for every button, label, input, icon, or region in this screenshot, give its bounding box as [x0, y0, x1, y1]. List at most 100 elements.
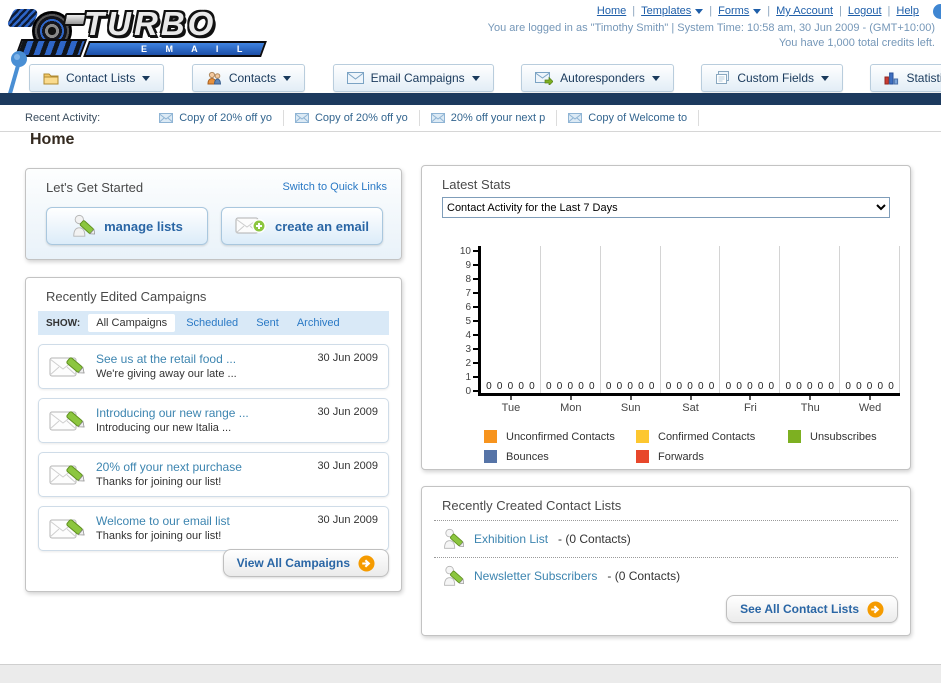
arrow-right-circle-icon [358, 554, 375, 572]
contact-list-link[interactable]: Newsletter Subscribers [474, 569, 597, 583]
chart-value-label: 0 [567, 381, 574, 392]
campaign-row-text: See us at the retail food ... We're givi… [96, 352, 317, 382]
campaign-title-link[interactable]: See us at the retail food ... [96, 352, 317, 367]
campaign-row-text: 20% off your next purchase Thanks for jo… [96, 460, 317, 490]
envelope-icon [346, 72, 364, 84]
chart-x-label: Thu [780, 396, 840, 414]
tab-email-campaigns[interactable]: Email Campaigns [332, 64, 494, 92]
campaign-title-link[interactable]: Introducing our new range ... [96, 406, 317, 421]
envelope-pencil-icon [49, 465, 85, 485]
campaign-row[interactable]: See us at the retail food ... We're givi… [38, 344, 389, 389]
nav-separator: | [709, 5, 713, 17]
person-pencil-icon [444, 528, 464, 549]
get-started-panel: Let's Get Started Switch to Quick Links … [25, 168, 402, 260]
tab-contact-lists[interactable]: Contact Lists [29, 64, 165, 92]
tab-label: Email Campaigns [370, 71, 465, 85]
chart-value-label: 0 [665, 381, 672, 392]
contacts-icon [207, 71, 221, 85]
chart-value-label: 0 [866, 381, 873, 392]
campaign-row-text: Introducing our new range ... Introducin… [96, 406, 317, 436]
recent-activity-item[interactable]: Copy of Welcome to [557, 110, 700, 126]
campaign-subtitle: Thanks for joining our list! [96, 529, 222, 542]
contact-list-item[interactable]: Newsletter Subscribers - (0 Contacts) [434, 557, 898, 594]
recent-activity-item[interactable]: Copy of 20% off yo [284, 110, 420, 126]
recent-activity-item[interactable]: 20% off your next p [420, 110, 558, 126]
top-nav-home[interactable]: Home [597, 5, 626, 17]
header: TURBO E M A I L Home | Templates | Forms | My … [0, 0, 941, 119]
envelope-pencil-icon [49, 357, 85, 377]
legend-item: Bounces [484, 450, 636, 463]
tab-statistics[interactable]: Statistics [870, 64, 941, 92]
chart-legend: Unconfirmed Contacts Confirmed Contacts Un… [484, 430, 900, 463]
legend-item: Forwards [636, 450, 788, 463]
chart-value-label: 0 [856, 381, 862, 392]
chart-value-label: 0 [888, 381, 894, 392]
chart-y-tick: 0 [450, 386, 478, 397]
view-all-campaigns-button[interactable]: View All Campaigns [222, 549, 389, 577]
create-email-button[interactable]: create an email [221, 207, 383, 245]
recent-activity-item-label: 20% off your next p [450, 112, 546, 124]
stats-activity-select[interactable]: Contact Activity for the Last 7 Days [442, 197, 890, 218]
tab-custom-fields[interactable]: Custom Fields [701, 64, 844, 92]
campaign-title-link[interactable]: 20% off your next purchase [96, 460, 317, 475]
switch-to-quick-links[interactable]: Switch to Quick Links [282, 181, 387, 193]
campaign-filter[interactable]: Archived [297, 317, 340, 329]
campaign-filter-bar: SHOW: All Campaigns Scheduled Sent Archi… [38, 311, 389, 335]
top-nav-my-account[interactable]: My Account [776, 5, 833, 17]
tab-autoresponders[interactable]: Autoresponders [521, 64, 674, 92]
chart-day-column: 00000 [661, 246, 721, 393]
top-nav-logout[interactable]: Logout [848, 5, 882, 17]
chart-y-tick: 3 [450, 344, 478, 355]
chart-y-tick: 8 [450, 274, 478, 285]
manage-lists-label: manage lists [104, 218, 183, 234]
top-nav-help[interactable]: Help [896, 5, 919, 17]
envelope-icon [430, 113, 445, 123]
campaign-row[interactable]: Welcome to our email list Thanks for joi… [38, 506, 389, 551]
chevron-down-icon [471, 75, 480, 81]
chevron-down-icon [695, 8, 704, 14]
chart-value-label: 0 [578, 381, 584, 392]
credits-line: You have 1,000 total credits left. [778, 37, 935, 49]
contact-lists-panel: Recently Created Contact Lists Exhibitio… [421, 486, 911, 636]
legend-swatch-icon [636, 430, 649, 443]
tab-contacts[interactable]: Contacts [191, 64, 306, 92]
campaign-rows: See us at the retail food ... We're givi… [38, 344, 389, 560]
manage-lists-button[interactable]: manage lists [46, 207, 208, 245]
contact-lists-title: Recently Created Contact Lists [442, 498, 622, 513]
turbo-email-logo: TURBO E M A I L [5, 3, 271, 59]
chart-x-label: Tue [481, 396, 541, 414]
envelope-pencil-icon [49, 411, 85, 431]
pages-icon [716, 71, 730, 84]
footer-strip [0, 664, 941, 683]
campaign-date: 30 Jun 2009 [317, 514, 378, 526]
campaign-title-link[interactable]: Welcome to our email list [96, 514, 317, 529]
help-bubble-icon[interactable] [933, 4, 941, 19]
contact-list-items: Exhibition List - (0 Contacts) Newslette… [434, 520, 898, 594]
campaign-filter[interactable]: Scheduled [186, 317, 238, 329]
legend-item: Unsubscribes [788, 430, 940, 443]
recent-activity-item-label: Copy of 20% off yo [179, 112, 272, 124]
contact-list-item[interactable]: Exhibition List - (0 Contacts) [434, 520, 898, 557]
campaign-row-text: Welcome to our email list Thanks for joi… [96, 514, 317, 544]
chart-y-tick: 7 [450, 288, 478, 299]
chart-y-tick: 6 [450, 302, 478, 313]
recent-activity-item-label: Copy of 20% off yo [314, 112, 408, 124]
campaign-row[interactable]: 20% off your next purchase Thanks for jo… [38, 452, 389, 497]
contact-list-link[interactable]: Exhibition List [474, 532, 548, 546]
campaign-row[interactable]: Introducing our new range ... Introducin… [38, 398, 389, 443]
chart-value-label: 0 [529, 381, 535, 392]
chart-y-tick: 10 [450, 246, 478, 257]
campaign-filter[interactable]: All Campaigns [88, 314, 176, 332]
chart-value-label: 0 [757, 381, 764, 392]
top-nav-templates[interactable]: Templates [641, 5, 704, 17]
campaign-subtitle: Thanks for joining our list! [96, 475, 222, 488]
recent-activity-item[interactable]: Copy of 20% off yo [148, 110, 284, 126]
campaign-date: 30 Jun 2009 [317, 352, 378, 364]
envelope-icon [159, 113, 174, 123]
see-all-contact-lists-button[interactable]: See All Contact Lists [726, 595, 898, 623]
campaign-filter[interactable]: Sent [256, 317, 279, 329]
envelope-plus-icon [235, 217, 266, 234]
create-email-label: create an email [275, 218, 369, 234]
page-title: Home [30, 131, 75, 148]
top-nav-forms[interactable]: Forms [718, 5, 762, 17]
